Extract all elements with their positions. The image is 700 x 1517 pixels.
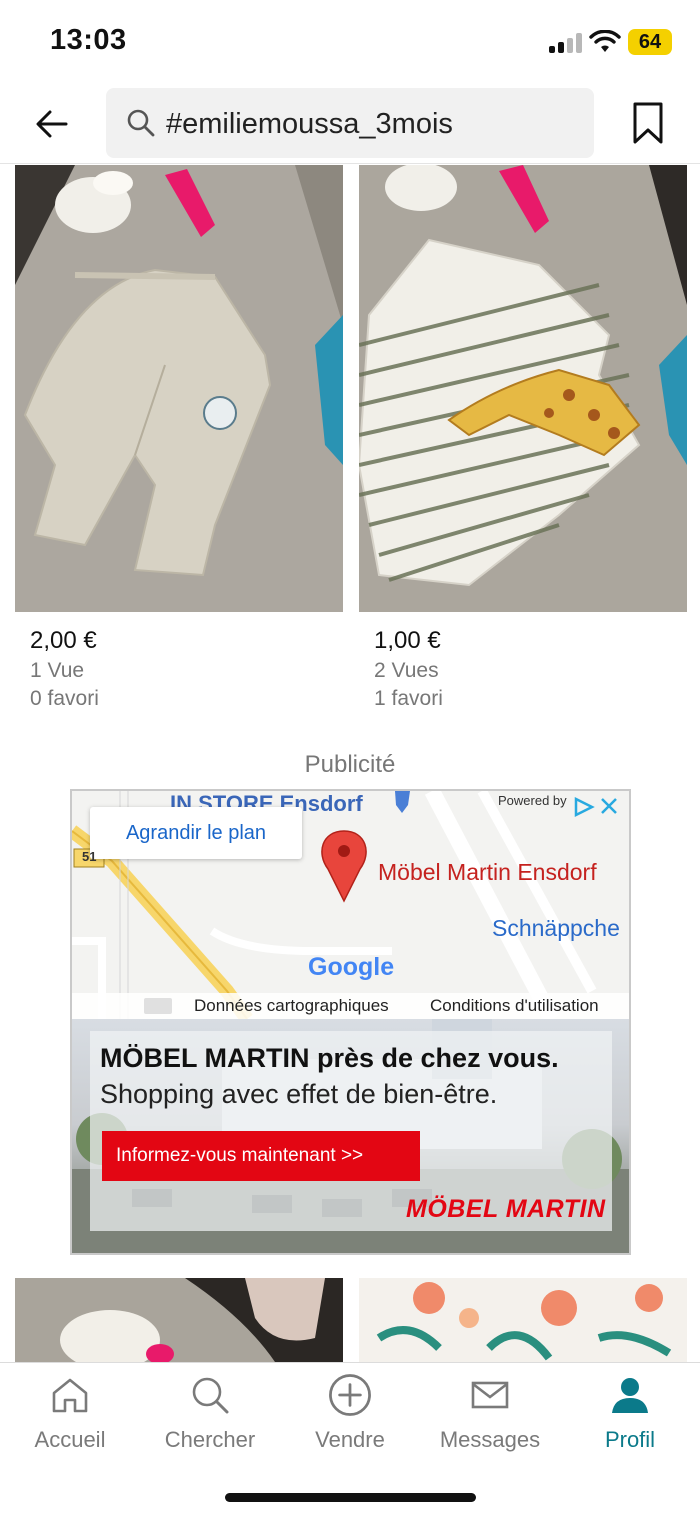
nav-search[interactable]: Chercher — [140, 1363, 280, 1463]
shorts-photo — [15, 165, 343, 612]
product-photo — [15, 1278, 343, 1362]
product-card[interactable]: 1,00 € 2 Vues 1 favori — [359, 165, 687, 725]
powered-by-text: Powered by — [498, 793, 567, 808]
product-card[interactable]: 2,00 € 1 Vue 0 favori — [15, 165, 343, 725]
map-footer: Données cartographiques Conditions d'uti… — [72, 993, 629, 1019]
wifi-icon — [589, 30, 621, 52]
product-favorites: 1 favori — [374, 687, 443, 710]
nav-home[interactable]: Accueil — [0, 1363, 140, 1463]
product-views: 2 Vues — [374, 659, 439, 682]
search-query: #emiliemoussa_3mois — [166, 108, 453, 140]
battery-indicator: 64 — [628, 29, 672, 55]
profile-icon — [612, 1378, 648, 1413]
road-number: 51 — [82, 849, 97, 864]
nav-label: Accueil — [34, 1427, 106, 1452]
product-card[interactable] — [15, 1278, 343, 1362]
status-bar: 13:03 64 — [0, 0, 700, 84]
map-embed[interactable]: IN STORE Ensdorf Powered by Agrandir le … — [72, 791, 629, 1019]
nav-label: Messages — [439, 1427, 541, 1452]
product-price: 1,00 € — [374, 627, 441, 654]
product-price: 2,00 € — [30, 627, 97, 654]
status-time: 13:03 — [50, 24, 127, 56]
product-favorites: 0 favori — [30, 687, 99, 710]
product-image[interactable] — [15, 1278, 343, 1362]
search-input[interactable]: #emiliemoussa_3mois — [106, 88, 594, 158]
ad-cta-button[interactable]: Informez-vous maintenant >> — [102, 1131, 420, 1181]
product-photo — [359, 1278, 687, 1362]
enlarge-map-button[interactable]: Agrandir le plan — [90, 807, 302, 859]
tshirt-photo — [359, 165, 687, 612]
nav-profile[interactable]: Profil — [560, 1363, 700, 1463]
product-views: 1 Vue — [30, 659, 85, 682]
nav-label: Profil — [604, 1427, 656, 1452]
map-poi-label: Schnäppche — [492, 915, 620, 941]
back-arrow-icon[interactable] — [32, 104, 72, 144]
home-indicator[interactable] — [225, 1493, 476, 1502]
ad-store-photo: MÖBEL MARTIN près de chez vous. Shopping… — [72, 1019, 629, 1253]
plus-circle-icon — [329, 1374, 371, 1416]
search-header: #emiliemoussa_3mois — [0, 84, 700, 164]
map-terms-link[interactable]: Conditions d'utilisation — [430, 996, 599, 1016]
ad-subline: Shopping avec effet de bien-être. — [100, 1079, 498, 1109]
ad-label: Publicité — [304, 751, 396, 778]
map-data-link[interactable]: Données cartographiques — [194, 996, 389, 1016]
ad-banner[interactable]: IN STORE Ensdorf Powered by Agrandir le … — [70, 789, 631, 1255]
ad-headline: MÖBEL MARTIN près de chez vous. — [100, 1043, 559, 1073]
search-icon — [192, 1377, 229, 1414]
nav-sell[interactable]: Vendre — [280, 1363, 420, 1463]
nav-label: Vendre — [315, 1427, 385, 1452]
signal-icon — [549, 33, 583, 53]
mail-icon — [471, 1381, 509, 1409]
google-logo: Google — [308, 953, 395, 981]
bottom-nav: Accueil Chercher Vendre Messages Profil — [0, 1362, 700, 1517]
product-image[interactable] — [359, 165, 687, 612]
product-image[interactable] — [15, 165, 343, 612]
product-image[interactable] — [359, 1278, 687, 1362]
home-icon — [52, 1378, 88, 1413]
moebel-martin-logo: MÖBEL MARTIN — [406, 1195, 606, 1223]
map-store-name[interactable]: Möbel Martin Ensdorf — [378, 859, 597, 886]
nav-label: Chercher — [164, 1427, 256, 1452]
nav-messages[interactable]: Messages — [420, 1363, 560, 1463]
product-card[interactable] — [359, 1278, 687, 1362]
search-icon — [127, 109, 155, 137]
bookmark-icon[interactable] — [628, 100, 668, 146]
